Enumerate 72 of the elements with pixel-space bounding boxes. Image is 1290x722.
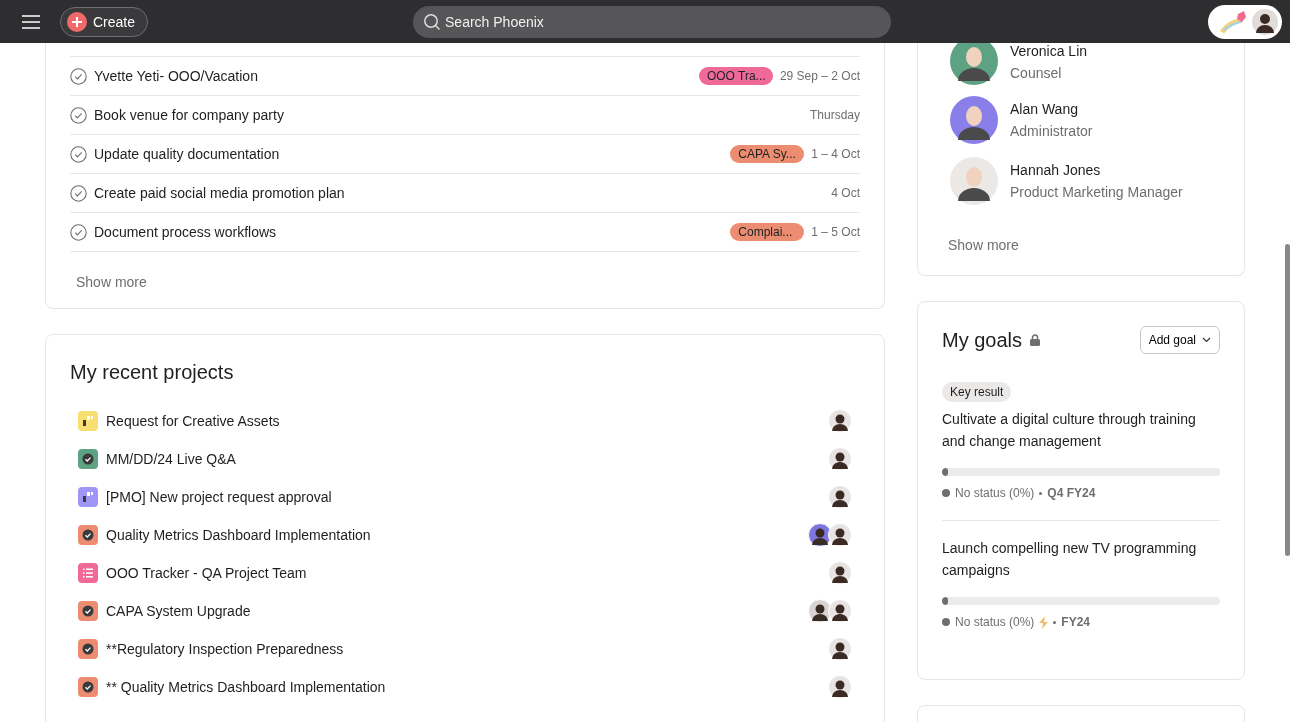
project-name: CAPA System Upgrade bbox=[106, 603, 252, 619]
profile-button[interactable] bbox=[1208, 4, 1282, 39]
separator-dot-icon bbox=[1039, 491, 1043, 495]
check-icon[interactable] bbox=[70, 106, 87, 124]
due-date: 1 – 4 Oct bbox=[811, 147, 860, 161]
goal-name[interactable]: Launch compelling new TV programming campaigns bbox=[942, 537, 1220, 581]
card-title: My recent projects bbox=[70, 361, 235, 384]
project-name: Quality Metrics Dashboard Implementation bbox=[106, 527, 372, 543]
person-role: Administrator bbox=[1010, 122, 1093, 139]
create-button[interactable]: Create bbox=[60, 6, 149, 37]
goal-period: FY24 bbox=[1061, 615, 1091, 629]
menu-icon bbox=[22, 14, 40, 29]
scrollbar[interactable] bbox=[1285, 244, 1290, 556]
person-name[interactable]: Veronica Lin bbox=[1010, 43, 1088, 59]
goal-period: Q4 FY24 bbox=[1047, 486, 1096, 500]
project-name: [PMO] New project request approval bbox=[106, 489, 333, 505]
avatar-icon bbox=[1252, 8, 1278, 35]
project-row[interactable]: Request for Creative Assets bbox=[70, 402, 860, 440]
goal-status: No status (0%) bbox=[955, 486, 1035, 500]
status-dot-icon bbox=[942, 489, 950, 497]
add-goal-button[interactable]: Add goal bbox=[1139, 326, 1220, 354]
project-name: **Regulatory Inspection Preparedness bbox=[106, 641, 345, 657]
check-icon[interactable] bbox=[70, 67, 87, 85]
task-row[interactable]: Book venue for company party Thursday bbox=[70, 95, 860, 134]
project-row[interactable]: **Regulatory Inspection Preparedness bbox=[70, 630, 860, 668]
project-tag[interactable]: CAPA Sy... bbox=[730, 145, 805, 163]
project-row[interactable]: [PMO] New project request approval bbox=[70, 478, 860, 516]
project-name: MM/DD/24 Live Q&A bbox=[106, 451, 237, 467]
task-name: Create paid social media promotion plan bbox=[94, 185, 346, 201]
check-icon[interactable] bbox=[70, 223, 87, 241]
goal-name[interactable]: Cultivate a digital culture through training and change management bbox=[942, 408, 1220, 452]
lock-icon bbox=[1030, 334, 1041, 346]
task-row[interactable]: Yvette Yeti- OOO/Vacation OOO Tra... 29 Sep – 2 Oct bbox=[70, 56, 860, 95]
task-row[interactable]: Document process workflows Complai... 1 – 5 Oct bbox=[70, 212, 860, 252]
task-name: Update quality documentation bbox=[94, 146, 281, 162]
project-name: ** Quality Metrics Dashboard Implementation bbox=[106, 679, 387, 695]
due-date: 1 – 5 Oct bbox=[811, 225, 860, 239]
person-name[interactable]: Hannah Jones bbox=[1010, 161, 1183, 178]
task-name: Book venue for company party bbox=[94, 107, 285, 123]
search-field[interactable]: Search Phoenix bbox=[413, 5, 892, 38]
project-row[interactable]: Quality Metrics Dashboard Implementation bbox=[70, 516, 860, 554]
show-more-link[interactable]: Show more bbox=[76, 274, 147, 290]
check-icon[interactable] bbox=[70, 184, 87, 202]
project-tag[interactable]: Complai... bbox=[730, 223, 805, 241]
unicorn-icon bbox=[1220, 9, 1248, 34]
task-row[interactable]: Update quality documentation CAPA Sy... 1 – 4 Oct bbox=[70, 134, 860, 173]
project-row[interactable]: OOO Tracker - QA Project Team bbox=[70, 554, 860, 592]
card-title: My goals bbox=[942, 328, 1023, 352]
caret-icon bbox=[1202, 337, 1211, 343]
status-dot-icon bbox=[942, 618, 950, 626]
due-date: Thursday bbox=[809, 108, 860, 122]
key-result-badge: Key result bbox=[942, 382, 1012, 402]
separator-dot-icon bbox=[1053, 620, 1057, 624]
due-date: 4 Oct bbox=[831, 186, 860, 200]
project-name: OOO Tracker - QA Project Team bbox=[106, 565, 308, 581]
due-date: 29 Sep – 2 Oct bbox=[779, 69, 860, 83]
project-tag[interactable]: OOO Tra... bbox=[698, 67, 773, 85]
goal-status: No status (0%) bbox=[955, 615, 1035, 629]
person-name[interactable]: Alan Wang bbox=[1010, 100, 1093, 117]
task-name: Document process workflows bbox=[94, 224, 278, 240]
project-row[interactable]: CAPA System Upgrade bbox=[70, 592, 860, 630]
task-row[interactable]: Create paid social media promotion plan 4 Oct bbox=[70, 173, 860, 212]
check-icon[interactable] bbox=[70, 145, 87, 163]
search-icon bbox=[423, 12, 442, 31]
project-row[interactable]: MM/DD/24 Live Q&A bbox=[70, 440, 860, 478]
project-name: Request for Creative Assets bbox=[106, 413, 281, 429]
person-role: Counsel bbox=[1010, 65, 1063, 81]
show-more-link[interactable]: Show more bbox=[948, 237, 1019, 253]
person-role: Product Marketing Manager bbox=[1010, 183, 1183, 200]
plus-icon bbox=[67, 11, 87, 32]
project-row[interactable]: ** Quality Metrics Dashboard Implementation bbox=[70, 668, 860, 706]
task-name: Yvette Yeti- OOO/Vacation bbox=[94, 68, 259, 84]
